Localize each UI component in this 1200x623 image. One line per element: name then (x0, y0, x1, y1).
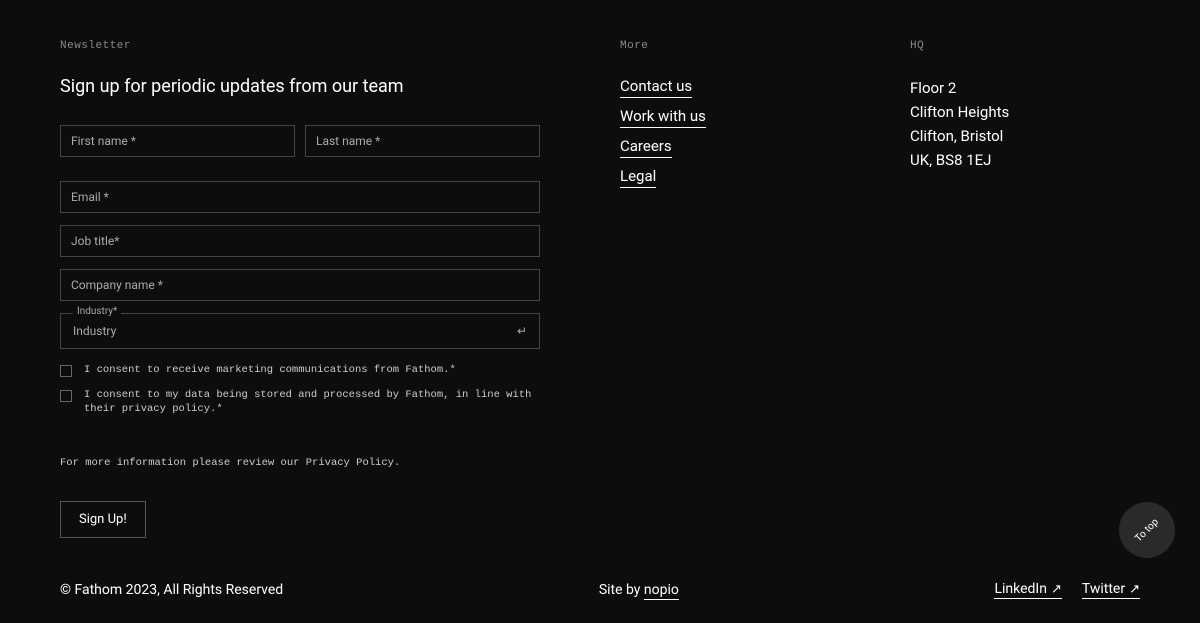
hq-address: Floor 2 Clifton Heights Clifton, Bristol… (910, 76, 1140, 172)
site-by-link[interactable]: nopio (644, 582, 679, 600)
industry-select[interactable]: Industry* Industry ↵ (60, 313, 540, 349)
to-top-label: To top (1133, 516, 1161, 544)
work-with-us-link[interactable]: Work with us (620, 107, 706, 128)
careers-link[interactable]: Careers (620, 137, 672, 158)
contact-link[interactable]: Contact us (620, 77, 692, 98)
chevron-down-icon: ↵ (517, 324, 527, 338)
copyright-text: © Fathom 2023, All Rights Reserved (60, 582, 283, 598)
site-by: Site by nopio (599, 582, 679, 598)
checkbox-icon[interactable] (60, 365, 72, 377)
more-section: More Contact us Work with us Careers Leg… (620, 40, 830, 538)
privacy-consent-row[interactable]: I consent to my data being stored and pr… (60, 388, 540, 417)
checkbox-icon[interactable] (60, 390, 72, 402)
twitter-label: Twitter (1082, 581, 1125, 597)
address-line: UK, BS8 1EJ (910, 148, 1140, 172)
footer-bar: © Fathom 2023, All Rights Reserved Site … (60, 581, 1140, 599)
external-arrow-icon: ↗ (1129, 582, 1140, 597)
hq-section: HQ Floor 2 Clifton Heights Clifton, Bris… (910, 40, 1140, 538)
marketing-consent-label: I consent to receive marketing communica… (84, 363, 456, 378)
company-name-input[interactable] (60, 269, 540, 301)
to-top-button[interactable]: To top (1119, 502, 1175, 558)
address-line: Clifton, Bristol (910, 124, 1140, 148)
linkedin-link[interactable]: LinkedIn ↗ (994, 581, 1061, 599)
linkedin-label: LinkedIn (994, 581, 1047, 597)
industry-selected-value: Industry (73, 324, 116, 338)
site-by-prefix: Site by (599, 582, 644, 598)
address-line: Clifton Heights (910, 100, 1140, 124)
newsletter-heading: Sign up for periodic updates from our te… (60, 76, 540, 97)
newsletter-section: Newsletter Sign up for periodic updates … (60, 40, 540, 538)
newsletter-label: Newsletter (60, 40, 540, 52)
industry-legend: Industry* (73, 306, 121, 317)
job-title-input[interactable] (60, 225, 540, 257)
marketing-consent-row[interactable]: I consent to receive marketing communica… (60, 363, 540, 378)
more-label: More (620, 40, 830, 52)
first-name-input[interactable] (60, 125, 295, 157)
hq-label: HQ (910, 40, 1140, 52)
external-arrow-icon: ↗ (1051, 582, 1062, 597)
privacy-consent-label: I consent to my data being stored and pr… (84, 388, 540, 417)
last-name-input[interactable] (305, 125, 540, 157)
twitter-link[interactable]: Twitter ↗ (1082, 581, 1140, 599)
legal-link[interactable]: Legal (620, 167, 656, 188)
signup-button[interactable]: Sign Up! (60, 501, 146, 538)
email-input[interactable] (60, 181, 540, 213)
privacy-note: For more information please review our P… (60, 457, 540, 469)
address-line: Floor 2 (910, 76, 1140, 100)
